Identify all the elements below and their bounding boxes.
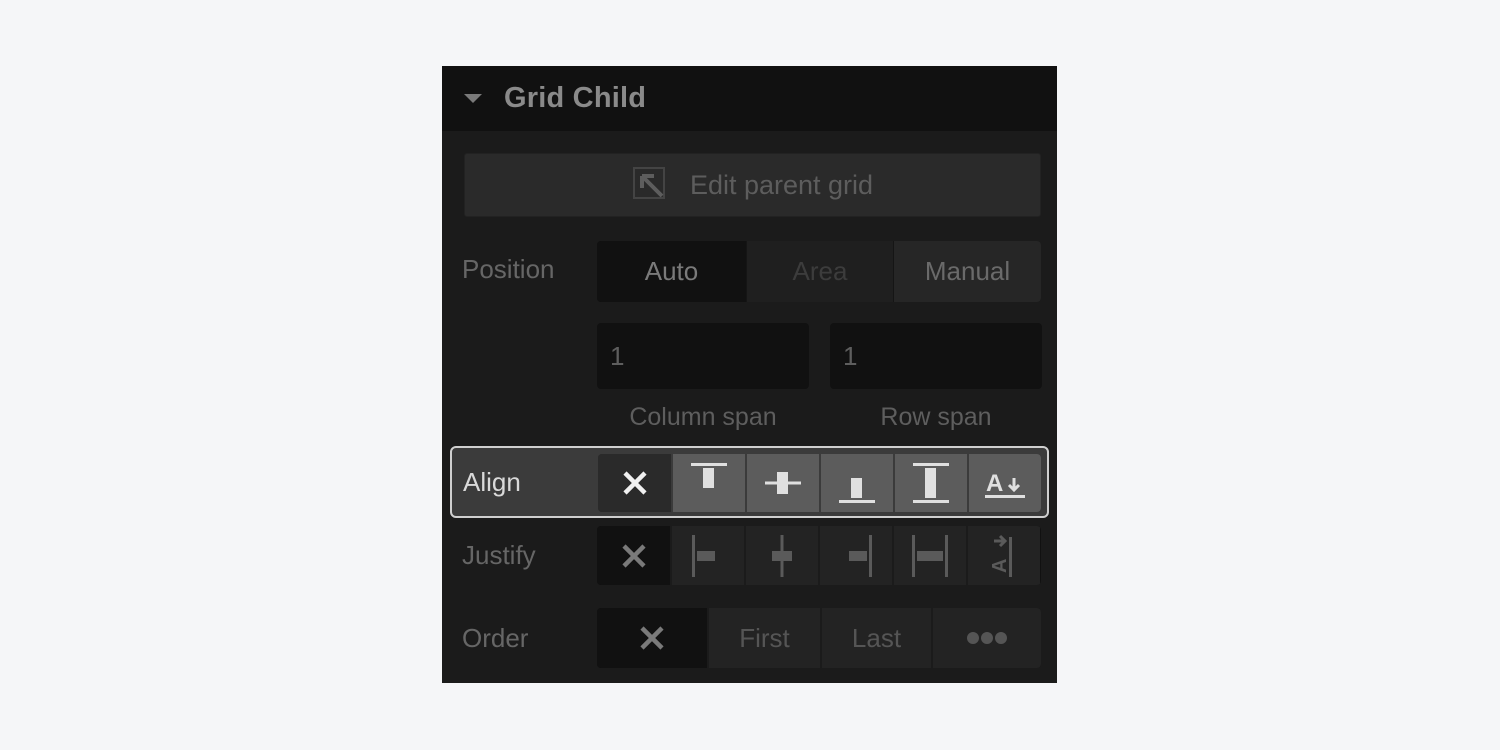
align-center-button[interactable] xyxy=(745,454,819,512)
none-x-icon xyxy=(621,543,646,568)
position-auto-button[interactable]: Auto xyxy=(597,241,746,302)
align-center-icon xyxy=(765,472,801,494)
justify-baseline-icon: A xyxy=(989,534,1012,577)
align-stretch-icon xyxy=(913,463,949,503)
none-x-icon xyxy=(622,471,647,495)
row-span-caption: Row span xyxy=(880,403,992,431)
order-label: Order xyxy=(462,623,529,653)
align-start-icon xyxy=(691,463,727,488)
justify-stretch-icon xyxy=(912,534,948,577)
order-last-button[interactable]: Last xyxy=(820,608,931,668)
justify-start-button[interactable] xyxy=(670,526,744,585)
order-first-button[interactable]: First xyxy=(707,608,820,668)
align-stretch-button[interactable] xyxy=(893,454,967,512)
none-x-icon xyxy=(640,626,664,650)
caret-down-icon[interactable] xyxy=(464,94,482,103)
justify-segmented-control: A xyxy=(597,526,1041,585)
align-none-button[interactable] xyxy=(598,454,671,512)
justify-end-icon xyxy=(849,534,872,577)
more-dots-icon xyxy=(967,632,1007,644)
align-label: Align xyxy=(463,467,521,497)
align-baseline-button[interactable]: A xyxy=(967,454,1041,512)
svg-text:A: A xyxy=(986,470,1003,497)
column-span-input[interactable]: 1 xyxy=(597,323,809,389)
svg-text:A: A xyxy=(989,558,1011,572)
justify-label: Justify xyxy=(462,540,536,570)
align-end-icon xyxy=(839,478,875,503)
order-none-button[interactable] xyxy=(597,608,707,668)
justify-none-button[interactable] xyxy=(597,526,670,585)
position-segmented-control: Auto Area Manual xyxy=(597,241,1041,302)
align-start-button[interactable] xyxy=(671,454,745,512)
section-header[interactable]: Grid Child xyxy=(442,66,1057,131)
align-segmented-control: A xyxy=(598,454,1041,512)
justify-center-icon xyxy=(772,534,792,577)
order-segmented-control: First Last xyxy=(597,608,1041,668)
align-end-button[interactable] xyxy=(819,454,893,512)
justify-end-button[interactable] xyxy=(818,526,892,585)
section-title: Grid Child xyxy=(504,82,647,114)
justify-baseline-button[interactable]: A xyxy=(966,526,1040,585)
justify-start-icon xyxy=(692,534,715,577)
grid-child-panel: Grid Child Edit parent grid Position Aut… xyxy=(442,66,1057,683)
justify-stretch-button[interactable] xyxy=(892,526,966,585)
arrow-up-left-box-icon xyxy=(632,167,665,199)
column-span-caption: Column span xyxy=(629,403,777,431)
position-label: Position xyxy=(462,254,555,284)
position-area-button[interactable]: Area xyxy=(746,241,893,302)
justify-center-button[interactable] xyxy=(744,526,818,585)
align-row: Align A xyxy=(450,446,1049,518)
position-manual-button[interactable]: Manual xyxy=(893,241,1041,302)
row-span-input[interactable]: 1 xyxy=(830,323,1042,389)
edit-parent-grid-button[interactable]: Edit parent grid xyxy=(464,153,1041,217)
edit-parent-grid-label: Edit parent grid xyxy=(689,169,874,200)
align-baseline-icon: A xyxy=(985,470,1025,498)
order-more-button[interactable] xyxy=(931,608,1041,668)
